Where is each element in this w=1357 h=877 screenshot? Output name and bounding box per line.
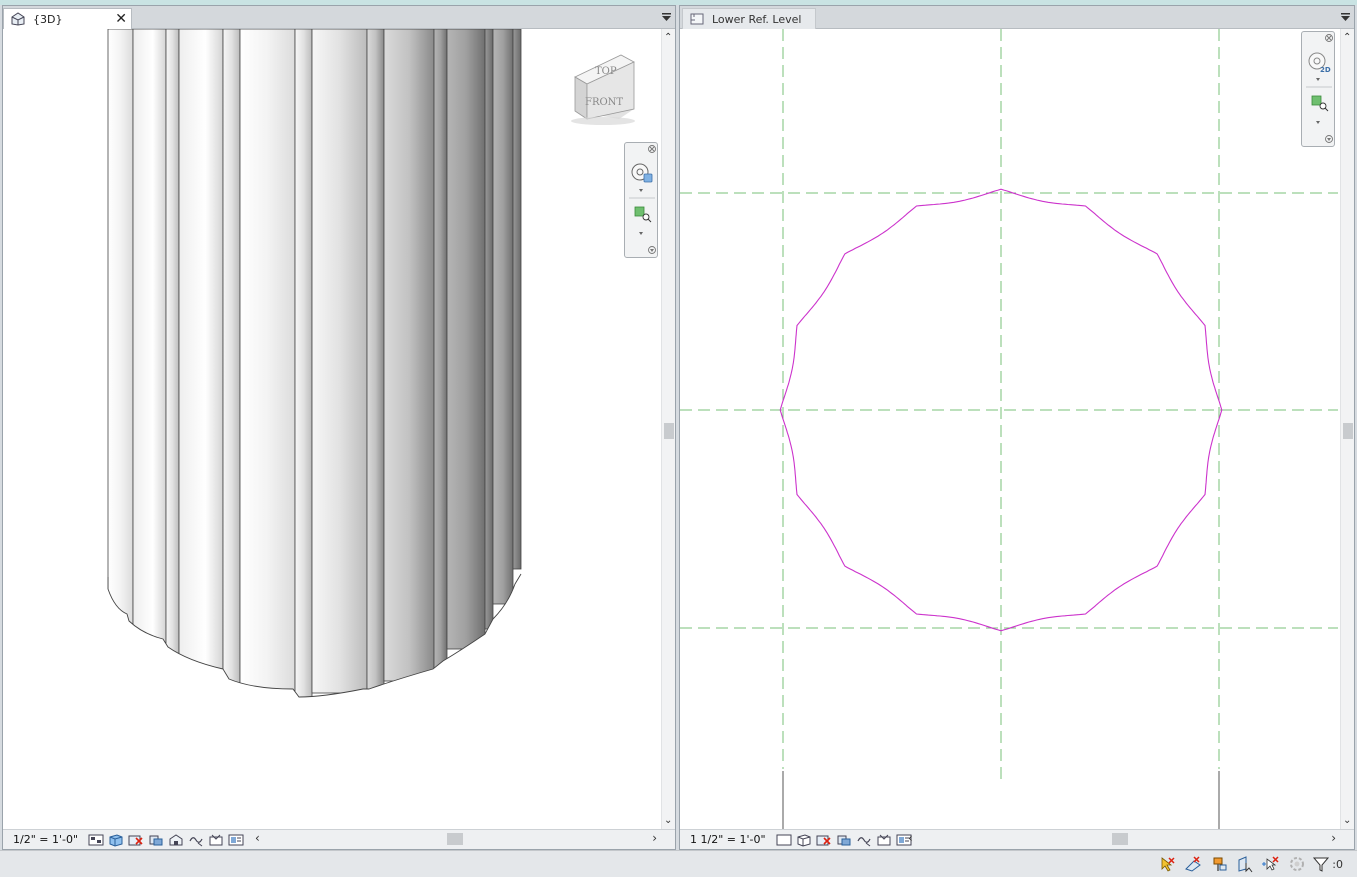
scroll-right-icon[interactable]: › [1331,831,1336,845]
horizontal-scrollbar[interactable]: ‹ › [904,831,1340,846]
scroll-thumb[interactable] [1112,833,1128,845]
visual-style-icon[interactable] [108,833,124,847]
plan-view-pane[interactable]: Lower Ref. Level 2D ⌃ ⌄ 1 1/2" = 1'-0" ‹… [679,5,1355,850]
viewcube-top-label[interactable]: TOP [595,66,617,77]
sun-path-off-icon[interactable] [128,833,144,847]
chevron-down-icon[interactable] [639,232,643,235]
temporary-hide-icon[interactable] [876,833,892,847]
crop-region-icon[interactable] [188,833,204,847]
tab-3d[interactable]: {3D} ✕ [3,8,132,29]
fluted-column-render: TOP FRONT [3,28,663,831]
detail-level-icon[interactable] [776,833,792,847]
filter-count: :0 [1332,857,1343,871]
scroll-up-icon[interactable]: ⌃ [1343,32,1351,43]
filter-icon[interactable] [1312,855,1330,873]
view-scale[interactable]: 1 1/2" = 1'-0" [690,833,766,846]
horizontal-scrollbar[interactable]: ‹ › [251,831,661,846]
2d-steering-wheel-icon[interactable]: 2D [1308,52,1331,74]
reference-planes[interactable] [680,29,1338,781]
drag-on-selection-icon[interactable] [1262,855,1280,873]
status-bar: :0 [0,850,1357,877]
drawing-canvas-3d[interactable]: TOP FRONT [3,28,663,831]
scroll-down-icon[interactable]: ⌄ [664,815,672,826]
navigation-bar [624,142,658,258]
scroll-left-icon[interactable]: ‹ [908,831,913,845]
shadows-off-icon[interactable] [836,833,852,847]
shadows-off-icon[interactable] [148,833,164,847]
tab-lower-ref-level[interactable]: Lower Ref. Level [682,8,816,29]
select-underlay-icon[interactable] [1184,855,1202,873]
plan-drawing [680,29,1338,831]
3d-house-icon [11,12,25,26]
reveal-hidden-icon[interactable] [228,833,244,847]
steering-wheel-icon[interactable] [631,163,653,183]
drawing-canvas-plan[interactable]: 2D [680,29,1340,831]
chevron-down-icon[interactable] [1341,13,1350,22]
zoom-region-icon[interactable] [1311,95,1329,112]
render-icon[interactable] [168,833,184,847]
viewcube-front-label[interactable]: FRONT [585,97,623,108]
scroll-down-icon[interactable]: ⌄ [1343,815,1351,826]
scroll-thumb[interactable] [1343,423,1353,439]
crop-region-icon[interactable] [856,833,872,847]
navigation-bar: 2D [1301,31,1335,147]
chevron-down-icon[interactable] [1316,78,1320,81]
detail-level-icon[interactable] [88,833,104,847]
vertical-scrollbar[interactable]: ⌃ ⌄ [661,29,675,829]
chevron-down-icon[interactable] [1316,121,1320,124]
scroll-thumb[interactable] [664,423,674,439]
chevron-down-icon[interactable] [639,189,643,192]
vertical-scrollbar[interactable]: ⌃ ⌄ [1340,29,1354,829]
close-icon[interactable]: ✕ [115,11,127,27]
floor-plan-icon [690,13,704,25]
tab-label: {3D} [33,12,63,26]
view-tab-bar: {3D} ✕ [3,6,675,29]
scroll-up-icon[interactable]: ⌃ [664,32,672,43]
scroll-right-icon[interactable]: › [652,831,657,845]
scroll-left-icon[interactable]: ‹ [255,831,260,845]
sun-path-off-icon[interactable] [816,833,832,847]
zoom-region-icon[interactable] [634,206,652,223]
select-by-face-icon[interactable] [1236,855,1254,873]
view-tab-bar: Lower Ref. Level [680,6,1354,29]
tab-label: Lower Ref. Level [712,12,802,26]
temporary-hide-icon[interactable] [208,833,224,847]
background-process-icon[interactable] [1288,855,1306,873]
view-scale[interactable]: 1/2" = 1'-0" [13,833,78,846]
scroll-thumb[interactable] [447,833,463,845]
select-links-icon[interactable] [1158,855,1176,873]
select-pinned-icon[interactable] [1210,855,1228,873]
viewcube[interactable]: TOP FRONT [571,54,635,125]
view-3d-pane[interactable]: {3D} ✕ TOP FRONT ⌃ ⌄ 1/2" = 1'-0" ‹ › [2,5,676,850]
visual-style-icon[interactable] [796,833,812,847]
selection-toolbar: :0 [1150,855,1343,873]
chevron-down-icon[interactable] [662,13,671,22]
svg-text:2D: 2D [1320,66,1331,74]
